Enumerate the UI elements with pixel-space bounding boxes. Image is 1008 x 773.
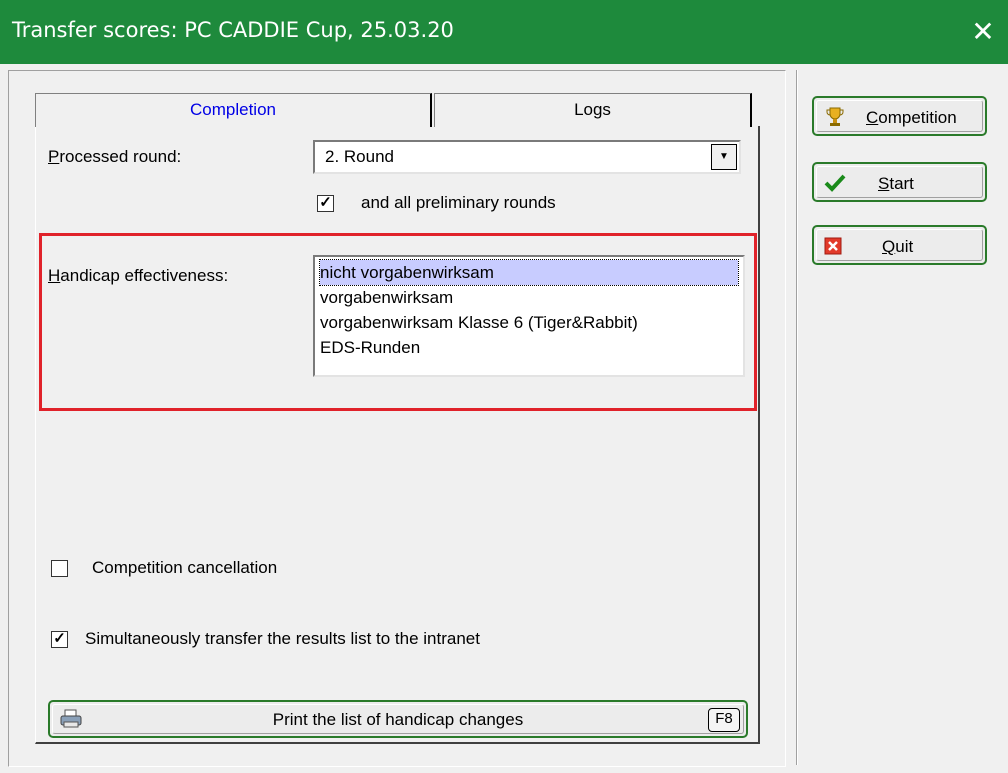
- processed-round-select[interactable]: 2. Round ▼: [313, 140, 741, 174]
- competition-button-label-text: ompetition: [878, 108, 957, 127]
- preliminary-rounds-checkbox[interactable]: ✓: [317, 195, 334, 212]
- cancellation-label: Competition cancellation: [92, 558, 278, 577]
- handicap-label-text: andicap effectiveness:: [60, 266, 229, 285]
- intranet-label: Simultaneously transfer the results list…: [85, 629, 480, 648]
- handicap-listbox[interactable]: nicht vorgabenwirksam vorgabenwirksam vo…: [313, 255, 745, 377]
- intranet-checkbox[interactable]: ✓: [51, 631, 68, 648]
- trophy-icon: [826, 107, 844, 126]
- start-button-label: Start: [878, 174, 914, 194]
- print-button-label: Print the list of handicap changes: [272, 710, 524, 729]
- checkmark-icon: [824, 174, 846, 192]
- tab-page-completion: [35, 126, 760, 744]
- competition-button[interactable]: Competition: [812, 96, 987, 136]
- list-item[interactable]: vorgabenwirksam Klasse 6 (Tiger&Rabbit): [320, 310, 738, 335]
- list-item[interactable]: vorgabenwirksam: [320, 285, 738, 310]
- start-button-label-text: tart: [889, 174, 914, 193]
- f8-hotkey-badge: F8: [708, 708, 740, 732]
- list-item[interactable]: EDS-Runden: [320, 335, 738, 360]
- title-bar: Transfer scores: PC CADDIE Cup, 25.03.20…: [0, 0, 1008, 64]
- panel-separator: [796, 70, 798, 765]
- start-button-label-initial: S: [878, 174, 890, 193]
- quit-button-label-initial: Q: [882, 237, 896, 256]
- start-button[interactable]: Start: [812, 162, 987, 202]
- close-button[interactable]: ✕: [958, 0, 1008, 64]
- cancellation-checkbox[interactable]: [51, 560, 68, 577]
- tab-completion[interactable]: Completion: [35, 93, 432, 127]
- handicap-label-initial: H: [48, 266, 61, 285]
- processed-round-label-initial: P: [48, 147, 60, 166]
- quit-button[interactable]: Quit: [812, 225, 987, 265]
- tab-logs[interactable]: Logs: [434, 93, 752, 127]
- cancel-icon: [824, 237, 842, 255]
- processed-round-value: 2. Round: [325, 147, 394, 166]
- quit-button-label: Quit: [882, 237, 913, 257]
- processed-round-label-text: rocessed round:: [59, 147, 182, 166]
- competition-button-label: Competition: [866, 108, 957, 128]
- handicap-label: Handicap effectiveness:: [48, 266, 228, 286]
- dropdown-arrow-icon[interactable]: ▼: [711, 144, 737, 170]
- list-item[interactable]: nicht vorgabenwirksam: [319, 259, 739, 286]
- preliminary-rounds-label: and all preliminary rounds: [361, 193, 556, 212]
- competition-button-label-initial: C: [866, 108, 879, 127]
- quit-button-label-text: uit: [895, 237, 914, 256]
- window-title: Transfer scores: PC CADDIE Cup, 25.03.20: [12, 18, 454, 42]
- processed-round-label: Processed round:: [48, 147, 181, 167]
- print-handicap-changes-button[interactable]: Print the list of handicap changes F8: [48, 700, 748, 738]
